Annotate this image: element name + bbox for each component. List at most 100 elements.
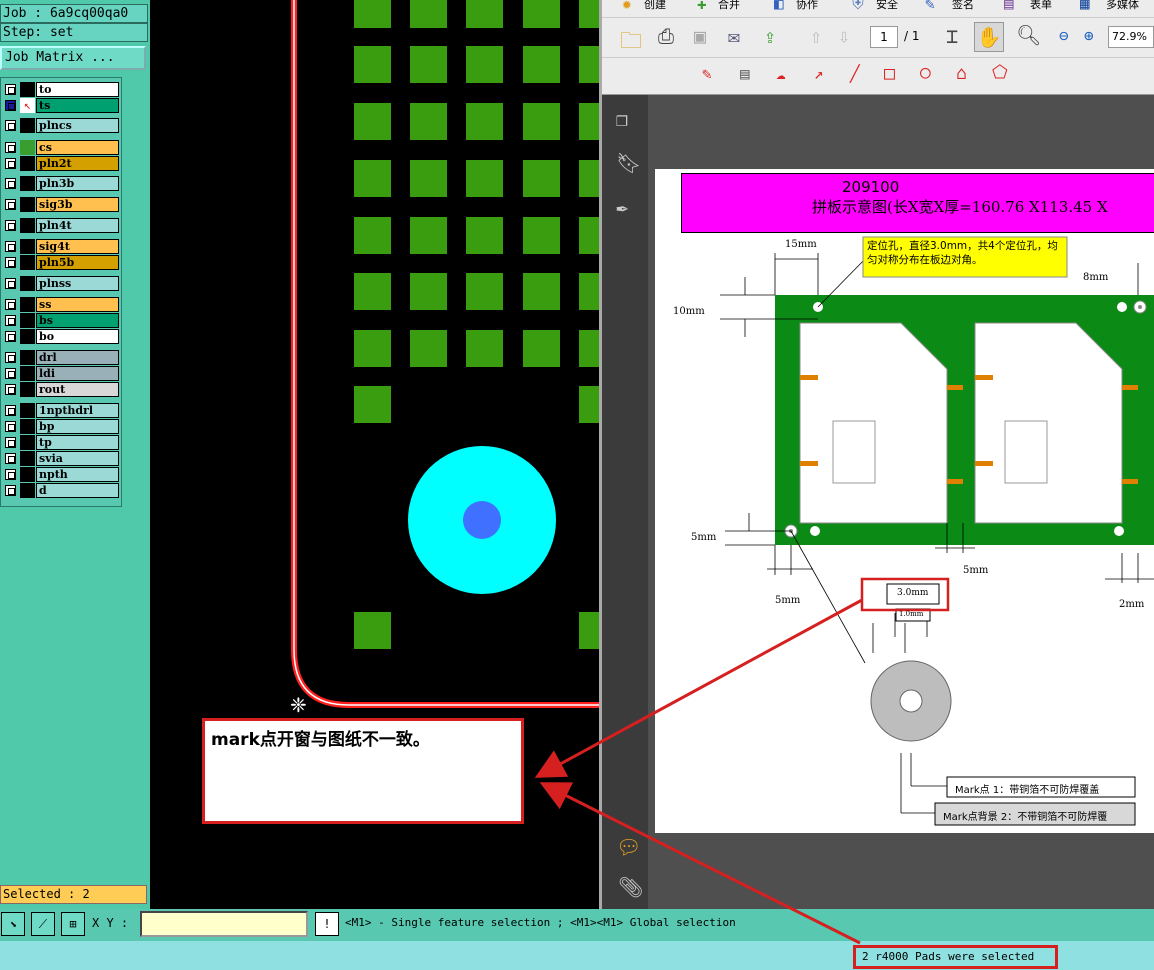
layer-checkbox[interactable] — [5, 120, 16, 131]
layer-color-swatch[interactable] — [20, 118, 35, 133]
layer-checkbox[interactable] — [5, 84, 16, 95]
multimedia-label[interactable]: 多媒体 — [1106, 0, 1139, 12]
layer-checkbox[interactable] — [5, 299, 16, 310]
multimedia-icon[interactable]: ▦ — [1080, 0, 1090, 13]
bookmarks-icon[interactable]: 🔖︎ — [616, 151, 641, 175]
layer-checkbox[interactable] — [5, 142, 16, 153]
layer-checkbox[interactable] — [5, 178, 16, 189]
layer-checkbox[interactable] — [5, 199, 16, 210]
layer-checkbox[interactable] — [5, 352, 16, 363]
layer-color-swatch[interactable] — [20, 313, 35, 328]
layer-checkbox[interactable] — [5, 220, 16, 231]
rectangle-tool-icon[interactable]: □ — [884, 63, 895, 84]
collaborate-label[interactable]: 协作 — [796, 0, 818, 12]
measure-icon[interactable]: ⟋ — [31, 912, 55, 936]
layer-checkbox[interactable] — [5, 278, 16, 289]
layer-checkbox[interactable] — [5, 331, 16, 342]
page-number-input[interactable]: 1 — [870, 26, 898, 48]
layer-checkbox[interactable] — [5, 421, 16, 432]
layer-checkbox[interactable] — [5, 384, 16, 395]
layer-checkbox[interactable] — [5, 241, 16, 252]
layer-color-swatch[interactable] — [20, 197, 35, 212]
grid-snap-icon[interactable]: ⊞ — [61, 912, 85, 936]
pdf-document-area[interactable]: 209100 拼板示意图(长X宽X厚=160.76 X113.45 X 定位孔，… — [648, 95, 1154, 918]
signatures-icon[interactable]: ✒ — [616, 195, 628, 219]
layer-name[interactable]: npth — [36, 467, 119, 482]
layer-name[interactable]: cs — [36, 140, 119, 155]
zoom-input[interactable]: 72.9% — [1108, 26, 1154, 48]
layer-name[interactable]: pln2t — [36, 156, 119, 171]
layer-name[interactable]: svia — [36, 451, 119, 466]
layer-name[interactable]: pln4t — [36, 218, 119, 233]
note-tool-icon[interactable]: ✎ — [702, 64, 712, 83]
layer-checkbox[interactable] — [5, 469, 16, 480]
sign-icon[interactable]: ✎ — [925, 0, 935, 13]
polygon-tool-icon[interactable]: ⬠ — [992, 62, 1008, 83]
xy-input[interactable] — [140, 911, 308, 937]
print-icon[interactable]: ⎙ — [658, 24, 674, 48]
layer-name[interactable]: plnss — [36, 276, 119, 291]
layer-active-arrow-icon[interactable]: ↖ — [20, 98, 35, 113]
layer-color-swatch[interactable] — [20, 329, 35, 344]
layer-name[interactable]: bs — [36, 313, 119, 328]
zoom-tool-icon[interactable]: 🔍︎ — [1016, 23, 1041, 47]
layer-name[interactable]: ldi — [36, 366, 119, 381]
layer-name[interactable]: tp — [36, 435, 119, 450]
comments-icon[interactable]: 💬︎ — [616, 835, 641, 859]
create-label[interactable]: 创建 — [644, 0, 666, 12]
layer-color-swatch[interactable] — [20, 140, 35, 155]
select-cursor-icon[interactable]: ⌶ — [946, 24, 958, 48]
layer-color-swatch[interactable] — [20, 419, 35, 434]
forms-icon[interactable]: ▤ — [1004, 0, 1014, 13]
layer-color-swatch[interactable] — [20, 82, 35, 97]
job-matrix-button[interactable]: Job Matrix ... — [0, 46, 146, 70]
layer-checkbox[interactable] — [5, 100, 16, 111]
layer-checkbox[interactable] — [5, 485, 16, 496]
page-up-icon[interactable]: ⇧ — [810, 24, 822, 48]
combine-icon[interactable]: ✚ — [697, 0, 707, 13]
layer-checkbox[interactable] — [5, 405, 16, 416]
layer-checkbox[interactable] — [5, 368, 16, 379]
sign-label[interactable]: 签名 — [952, 0, 974, 12]
secure-label[interactable]: 安全 — [876, 0, 898, 12]
open-folder-icon[interactable]: 🗀 — [620, 24, 642, 62]
layer-color-swatch[interactable] — [20, 350, 35, 365]
layer-name[interactable]: drl — [36, 350, 119, 365]
layer-checkbox[interactable] — [5, 315, 16, 326]
text-box-icon[interactable]: ▤ — [740, 64, 750, 83]
layer-name[interactable]: d — [36, 483, 119, 498]
layer-color-swatch[interactable] — [20, 176, 35, 191]
layer-name[interactable]: rout — [36, 382, 119, 397]
layer-color-swatch[interactable] — [20, 239, 35, 254]
layer-checkbox[interactable] — [5, 257, 16, 268]
secure-icon[interactable]: ⛨ — [852, 0, 864, 14]
layer-name[interactable]: plncs — [36, 118, 119, 133]
layer-checkbox[interactable] — [5, 437, 16, 448]
layer-name[interactable]: pln5b — [36, 255, 119, 270]
layer-color-swatch[interactable] — [20, 156, 35, 171]
layer-checkbox[interactable] — [5, 158, 16, 169]
polyline-tool-icon[interactable]: ⌂ — [956, 63, 967, 84]
layer-name[interactable]: to — [36, 82, 119, 97]
pages-icon[interactable]: ❐ — [616, 107, 628, 131]
layer-color-swatch[interactable] — [20, 483, 35, 498]
email-icon[interactable]: ✉ — [728, 24, 740, 48]
upload-icon[interactable]: ⇪ — [764, 24, 776, 48]
cloud-tool-icon[interactable]: ☁ — [776, 64, 786, 83]
save-icon[interactable]: ▣ — [694, 24, 706, 48]
layer-color-swatch[interactable] — [20, 435, 35, 450]
layer-name[interactable]: bo — [36, 329, 119, 344]
layer-color-swatch[interactable] — [20, 403, 35, 418]
layer-name[interactable]: sig4t — [36, 239, 119, 254]
layer-color-swatch[interactable] — [20, 451, 35, 466]
layer-name[interactable]: 1npthdrl — [36, 403, 119, 418]
arrow-tool-icon[interactable]: ↗ — [814, 64, 824, 83]
line-tool-icon[interactable]: ╱ — [850, 64, 860, 83]
layer-name[interactable]: pln3b — [36, 176, 119, 191]
layer-color-swatch[interactable] — [20, 297, 35, 312]
attachments-icon[interactable]: 📎︎ — [618, 875, 643, 899]
layer-name[interactable]: sig3b — [36, 197, 119, 212]
collaborate-icon[interactable]: ◧ — [774, 0, 784, 13]
zoom-out-icon[interactable]: ⊖ — [1059, 26, 1069, 45]
layer-color-swatch[interactable] — [20, 382, 35, 397]
